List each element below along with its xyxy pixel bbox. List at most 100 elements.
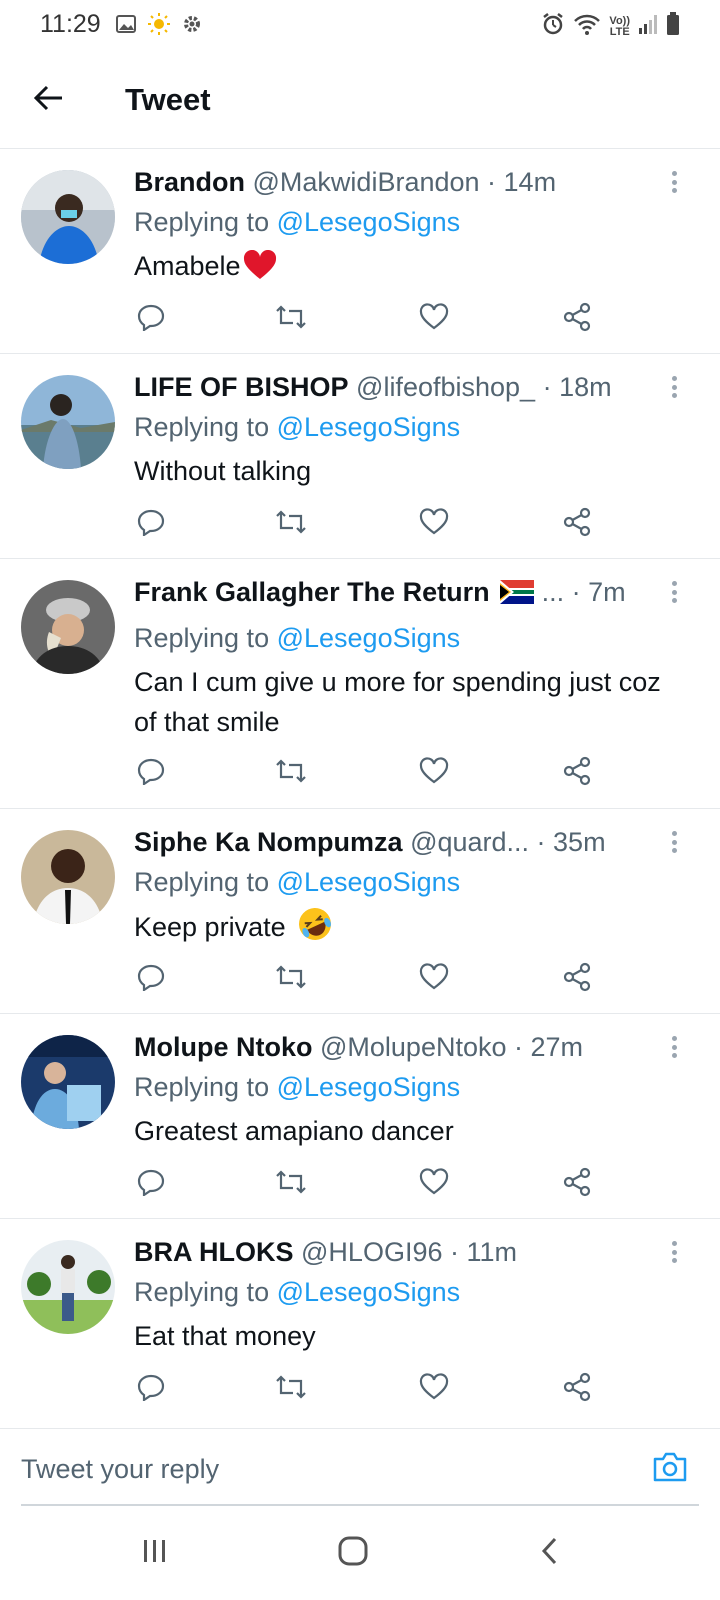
avatar[interactable] [21, 830, 115, 924]
replies-feed[interactable]: Brandon @MakwidiBrandon · 14m Replying t… [0, 150, 720, 1428]
tweet-reply[interactable]: Brandon @MakwidiBrandon · 14m Replying t… [0, 150, 720, 354]
handle[interactable]: @lifeofbishop_ [356, 372, 535, 402]
retweet-button[interactable] [274, 302, 308, 336]
handle[interactable]: @quard... [410, 827, 529, 857]
share-button[interactable] [560, 507, 594, 541]
timestamp: · 11m [450, 1237, 518, 1267]
reply-icon [137, 1373, 165, 1406]
replying-to-label: Replying to [134, 207, 277, 237]
display-name[interactable]: LIFE OF BISHOP [134, 372, 349, 402]
system-nav-bar [0, 1506, 720, 1600]
reply-button[interactable] [134, 756, 168, 790]
avatar[interactable] [21, 1035, 115, 1129]
more-options-button[interactable] [664, 168, 684, 196]
replying-to-link[interactable]: @LesegoSigns [277, 207, 461, 237]
share-icon [562, 1372, 592, 1407]
handle[interactable]: @MolupeNtoko [320, 1032, 507, 1062]
like-button[interactable] [417, 756, 451, 790]
more-options-button[interactable] [664, 1033, 684, 1061]
avatar[interactable] [21, 375, 115, 469]
share-icon [562, 507, 592, 542]
tweet-reply[interactable]: Siphe Ka Nompumza @quard... · 35m Replyi… [0, 810, 720, 1014]
reply-button[interactable] [134, 1372, 168, 1406]
retweet-button[interactable] [274, 507, 308, 541]
replying-to-link[interactable]: @LesegoSigns [277, 1277, 461, 1307]
reply-button[interactable] [134, 1167, 168, 1201]
camera-button[interactable] [650, 1449, 690, 1489]
reply-icon [137, 1168, 165, 1201]
replying-to-link[interactable]: @LesegoSigns [277, 412, 461, 442]
tweet-reply[interactable]: Frank Gallagher The Return ... · 7m Repl… [0, 560, 720, 809]
reply-input[interactable] [21, 1451, 611, 1487]
tweet-reply[interactable]: LIFE OF BISHOP @lifeofbishop_ · 18m Repl… [0, 355, 720, 559]
sun-icon [147, 12, 171, 41]
tweet-reply[interactable]: BRA HLOKS @HLOGI96 · 11m Replying to @Le… [0, 1220, 720, 1428]
retweet-icon [275, 508, 307, 541]
tweet-text: Amabele [134, 251, 241, 281]
retweet-button[interactable] [274, 1372, 308, 1406]
more-options-button[interactable] [664, 828, 684, 856]
replying-to-link[interactable]: @LesegoSigns [277, 867, 461, 897]
handle[interactable]: @HLOGI96 [301, 1237, 442, 1267]
reply-button[interactable] [134, 507, 168, 541]
recent-apps-button[interactable] [130, 1530, 180, 1576]
system-back-button[interactable] [525, 1530, 575, 1576]
reply-icon [137, 508, 165, 541]
timestamp: · 18m [542, 372, 612, 402]
tweet-text: Keep private [134, 912, 286, 942]
more-options-button[interactable] [664, 1238, 684, 1266]
like-icon [419, 302, 449, 336]
volte-bottom-label: LTE [609, 25, 630, 38]
replying-to-label: Replying to [134, 1277, 277, 1307]
share-button[interactable] [560, 1372, 594, 1406]
display-name[interactable]: Brandon [134, 167, 245, 197]
home-button[interactable] [328, 1530, 378, 1576]
display-name[interactable]: BRA HLOKS [134, 1237, 294, 1267]
tweet-reply[interactable]: Molupe Ntoko @MolupeNtoko · 27m Replying… [0, 1015, 720, 1219]
more-options-button[interactable] [664, 373, 684, 401]
tweet-text: Eat that money [134, 1321, 316, 1351]
share-icon [562, 302, 592, 337]
avatar[interactable] [21, 170, 115, 264]
like-button[interactable] [417, 302, 451, 336]
display-name[interactable]: Molupe Ntoko [134, 1032, 312, 1062]
display-name[interactable]: Siphe Ka Nompumza [134, 827, 403, 857]
more-options-button[interactable] [664, 578, 684, 606]
gear-icon [181, 13, 203, 40]
share-button[interactable] [560, 756, 594, 790]
like-button[interactable] [417, 1372, 451, 1406]
wifi-icon [573, 12, 601, 41]
handle[interactable]: @MakwidiBrandon [253, 167, 480, 197]
timestamp: · 7m [571, 577, 626, 607]
camera-icon [652, 1451, 688, 1488]
share-button[interactable] [560, 1167, 594, 1201]
tweet-actions [134, 507, 604, 541]
retweet-button[interactable] [274, 1167, 308, 1201]
top-app-bar: Tweet [0, 52, 720, 149]
reply-button[interactable] [134, 962, 168, 996]
tweet-actions [134, 1167, 604, 1201]
share-button[interactable] [560, 302, 594, 336]
like-icon [419, 756, 449, 790]
retweet-button[interactable] [274, 756, 308, 790]
timestamp: · 27m [514, 1032, 584, 1062]
share-button[interactable] [560, 962, 594, 996]
back-button[interactable] [28, 80, 68, 120]
replying-to-link[interactable]: @LesegoSigns [277, 623, 461, 653]
reply-button[interactable] [134, 302, 168, 336]
share-icon [562, 1167, 592, 1202]
status-bar: 11:29 Vo)) LTE [0, 0, 720, 52]
like-icon [419, 962, 449, 996]
like-button[interactable] [417, 1167, 451, 1201]
like-button[interactable] [417, 962, 451, 996]
avatar[interactable] [21, 1240, 115, 1334]
tweet-actions [134, 962, 604, 996]
like-button[interactable] [417, 507, 451, 541]
replying-to-link[interactable]: @LesegoSigns [277, 1072, 461, 1102]
avatar[interactable] [21, 580, 115, 674]
image-icon [115, 13, 137, 40]
handle[interactable]: ... [542, 577, 565, 607]
page-title: Tweet [125, 82, 211, 117]
display-name[interactable]: Frank Gallagher The Return [134, 577, 490, 607]
retweet-button[interactable] [274, 962, 308, 996]
